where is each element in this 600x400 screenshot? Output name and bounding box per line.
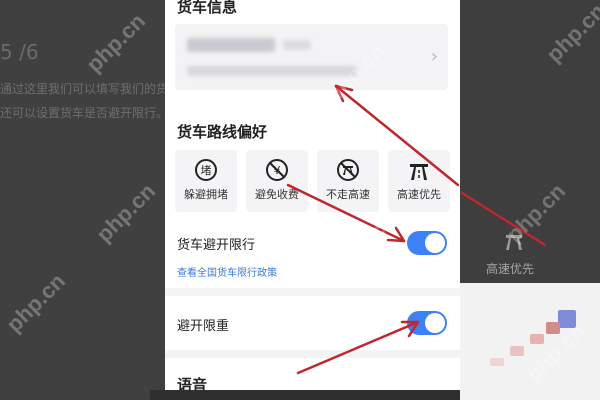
option-label: 不走高速 <box>326 188 370 201</box>
bottom-strip <box>150 390 460 400</box>
svg-text:堵: 堵 <box>201 163 212 177</box>
route-preference-title: 货车路线偏好 <box>177 123 268 141</box>
blurred-pixels <box>480 300 590 380</box>
truck-tag-blurred <box>283 40 311 50</box>
option-label: 高速优先 <box>397 188 441 201</box>
truck-settings-panel: 货车信息 › 货车路线偏好 堵 躲避拥堵 ¥ 避免收费 不走高速 <box>165 0 460 400</box>
avoid-weight-limit-label: 避开限重 <box>177 319 230 334</box>
background-text-line: 还可以设置货车是否避开限行。 <box>0 106 169 120</box>
option-no-highway[interactable]: 不走高速 <box>317 150 379 212</box>
option-label: 躲避拥堵 <box>184 188 228 201</box>
background-highway-icon <box>502 228 526 252</box>
highway-icon <box>407 158 431 182</box>
no-toll-icon: ¥ <box>265 158 289 182</box>
avoid-restriction-toggle[interactable] <box>407 231 447 255</box>
option-label: 避免收费 <box>255 188 299 201</box>
avoid-restriction-label: 货车避开限行 <box>177 238 256 253</box>
background-highway-label: 高速优先 <box>486 262 535 276</box>
plate-number-blurred <box>187 38 275 52</box>
section-divider <box>165 350 460 358</box>
option-avoid-toll[interactable]: ¥ 避免收费 <box>246 150 308 212</box>
route-preference-options: 堵 躲避拥堵 ¥ 避免收费 不走高速 高速优先 <box>175 150 450 212</box>
toggle-knob <box>425 233 445 253</box>
background-step-count: 5 /6 <box>0 40 39 64</box>
truck-details-blurred <box>187 66 357 76</box>
option-highway-first[interactable]: 高速优先 <box>388 150 450 212</box>
chevron-right-icon: › <box>430 46 438 67</box>
background-right <box>460 0 600 283</box>
no-highway-icon <box>336 158 360 182</box>
option-avoid-congestion[interactable]: 堵 躲避拥堵 <box>175 150 237 212</box>
restriction-policy-link[interactable]: 查看全国货车限行政策 <box>177 264 277 279</box>
truck-info-title: 货车信息 <box>177 0 238 16</box>
truck-info-card[interactable]: › <box>175 24 448 90</box>
toggle-knob <box>425 313 445 333</box>
avoid-weight-limit-toggle[interactable] <box>407 311 447 335</box>
congestion-icon: 堵 <box>194 158 218 182</box>
section-divider <box>165 288 460 296</box>
